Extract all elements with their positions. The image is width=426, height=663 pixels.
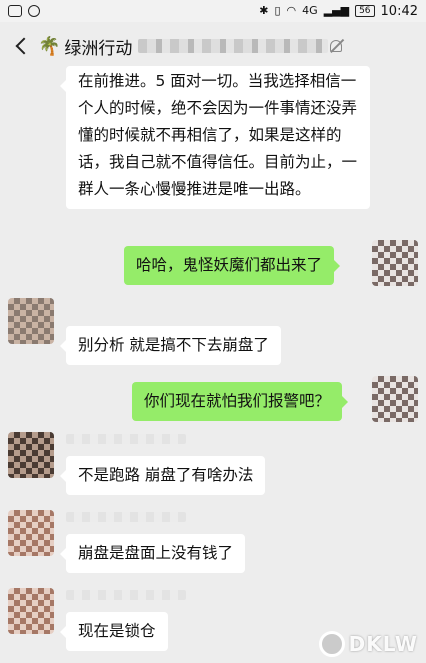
status-left — [8, 5, 40, 17]
title-redaction — [138, 39, 329, 53]
mute-icon — [330, 40, 342, 52]
avatar[interactable] — [8, 510, 54, 556]
chat-header: 🌴 绿洲行动 — [0, 22, 426, 70]
palm-tree-icon: 🌴 — [38, 35, 61, 57]
watermark-text: DKLW — [348, 632, 418, 656]
avatar[interactable] — [8, 432, 54, 478]
message-bubble[interactable]: 现在是锁仓 — [60, 612, 168, 651]
watermark-logo-icon — [318, 631, 345, 657]
status-right: ✱ ▯ ◠ 4G ▂▄▆ 56 10:42 — [259, 4, 418, 19]
message-bubble[interactable]: 崩盘是盘面上没有钱了 — [59, 534, 246, 573]
message-bubble[interactable]: 哈哈，鬼怪妖魔们都出来了 — [124, 246, 341, 285]
status-bar: ✱ ▯ ◠ 4G ▂▄▆ 56 10:42 — [0, 0, 426, 22]
notification-app-icon — [8, 5, 22, 17]
message-text: 你们现在就怕我们报警吧？ — [144, 392, 331, 410]
message-text: 现在是锁仓 — [78, 622, 156, 640]
message-bubble[interactable]: 你们现在就怕我们报警吧？ — [132, 382, 349, 421]
signal-bars-icon: ▂▄▆ — [323, 4, 350, 17]
vibrate-icon: ▯ — [274, 4, 281, 17]
watermark: DKLW — [318, 631, 418, 657]
battery-indicator: 56 — [355, 5, 375, 17]
bluetooth-icon: ✱ — [259, 4, 269, 17]
message-text: 不是跑路 崩盘了有啥办法 — [78, 466, 254, 484]
message-text: 崩盘是盘面上没有钱了 — [78, 544, 234, 562]
avatar[interactable] — [372, 376, 418, 422]
message-text: 在前推进。5 面对一切。当我选择相信一个人的时候，绝不会因为一件事情还没弄懂的时… — [78, 72, 358, 198]
message-list[interactable]: 在前推进。5 面对一切。当我选择相信一个人的时候，绝不会因为一件事情还没弄懂的时… — [0, 66, 426, 663]
wifi-icon: ◠ — [286, 4, 297, 17]
message-bubble[interactable]: 不是跑路 崩盘了有啥办法 — [59, 456, 266, 495]
notification-dot-icon — [28, 5, 40, 17]
message-text: 别分析 就是搞不下去崩盘了 — [78, 336, 269, 354]
back-icon[interactable] — [10, 35, 32, 57]
chat-title: 绿洲行动 — [64, 38, 133, 59]
message-text: 哈哈，鬼怪妖魔们都出来了 — [136, 256, 323, 274]
signal-label: 4G — [302, 4, 318, 17]
avatar[interactable] — [372, 240, 418, 286]
sender-name-redaction — [66, 434, 186, 444]
sender-name-redaction — [66, 590, 186, 600]
clock: 10:42 — [380, 3, 418, 19]
avatar[interactable] — [8, 298, 54, 344]
message-bubble[interactable]: 别分析 就是搞不下去崩盘了 — [60, 326, 281, 365]
sender-name-redaction — [66, 512, 186, 522]
avatar[interactable] — [8, 588, 54, 634]
message-bubble[interactable]: 在前推进。5 面对一切。当我选择相信一个人的时候，绝不会因为一件事情还没弄懂的时… — [60, 66, 370, 209]
